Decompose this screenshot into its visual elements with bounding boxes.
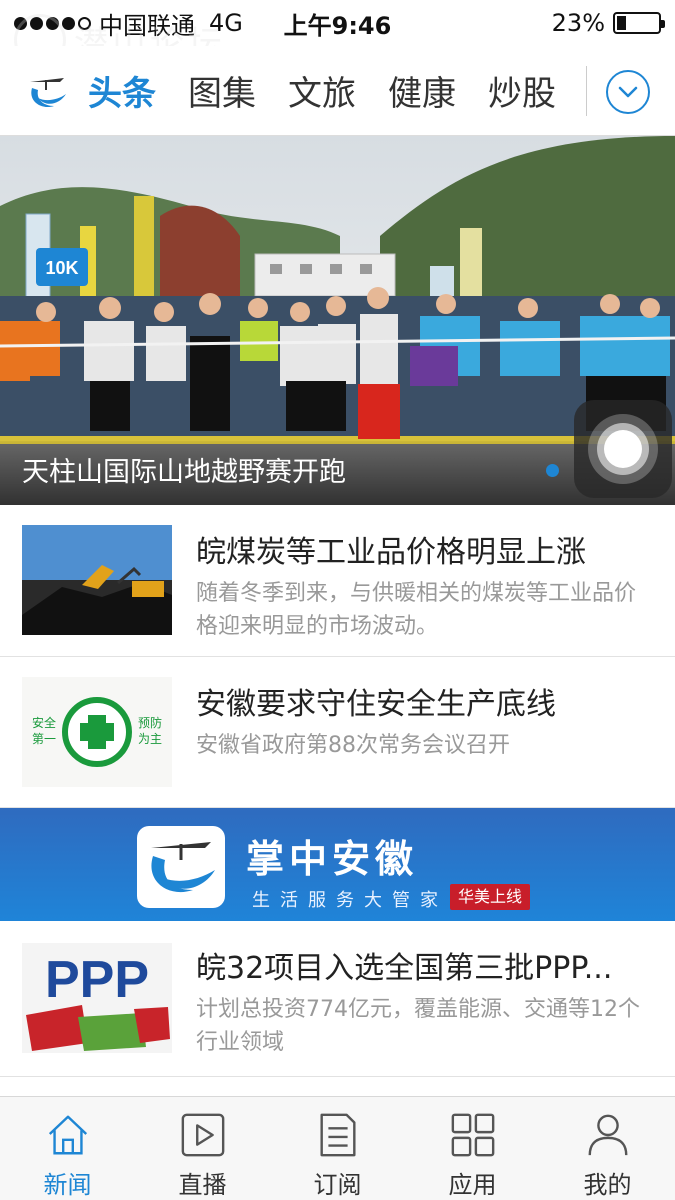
tab-label: 新闻 (43, 1171, 92, 1199)
tab-label: 直播 (178, 1171, 227, 1199)
news-thumbnail: 安全 第一 预防 为主 (22, 677, 172, 787)
assistive-touch-button[interactable] (574, 400, 672, 498)
document-icon (319, 1113, 356, 1157)
home-icon (48, 1115, 87, 1155)
tab-health[interactable]: 健康 (388, 66, 456, 115)
banner-badge: 华美上线 (450, 884, 531, 910)
tab-apps[interactable]: 应用 (405, 1097, 540, 1200)
nav-divider (586, 66, 587, 116)
tab-gallery[interactable]: 图集 (188, 66, 256, 115)
channel-nav-bar: 头条 图集 文旅 健康 炒股 (0, 46, 675, 136)
tab-label: 应用 (448, 1171, 497, 1199)
play-icon (181, 1113, 224, 1157)
hero-caption[interactable]: 天柱山国际山地越野赛开跑 (22, 450, 346, 489)
svg-text:第一: 第一 (32, 732, 56, 746)
svg-text:PPP: PPP (45, 951, 149, 1009)
news-summary: 安徽省政府第88次常务会议召开 (196, 733, 510, 758)
news-summary: 计划总投资774亿元，覆盖能源、交通等12个行业领域 (196, 997, 640, 1055)
banner-title: 掌中安徽 (246, 837, 419, 881)
news-title[interactable]: 皖煤炭等工业品价格明显上涨 (196, 527, 656, 571)
banner-subtitle: 生活服务大管家 (252, 890, 448, 911)
tab-stocks[interactable]: 炒股 (488, 66, 556, 115)
news-thumbnail (22, 525, 172, 635)
tab-subscribe[interactable]: 订阅 (270, 1097, 405, 1200)
banner-app-logo (137, 826, 225, 908)
news-summary: 随着冬季到来，与供暖相关的煤炭等工业品价格迎来明显的市场波动。 (196, 581, 637, 639)
news-title[interactable]: 安徽要求守住安全生产底线 (196, 679, 656, 723)
news-item[interactable]: 安全 第一 预防 为主 安徽要求守住安全生产底线 安徽省政府第88次常务会议召开 (0, 657, 675, 808)
hero-bib-label: 10K (45, 258, 78, 278)
promo-banner[interactable]: 掌中安徽 生活服务大管家 华美上线 (0, 808, 675, 921)
grid-icon (451, 1113, 494, 1157)
news-title[interactable]: 皖32项目入选全国第三批PPP... (196, 943, 656, 987)
battery-icon (613, 12, 665, 34)
chevron-down-icon (618, 86, 638, 98)
carousel-indicator (546, 464, 559, 477)
tab-profile[interactable]: 我的 (540, 1097, 675, 1200)
svg-text:安全: 安全 (32, 715, 56, 730)
app-logo-icon (30, 77, 66, 107)
svg-text:为主: 为主 (138, 732, 162, 746)
tab-headlines[interactable]: 头条 (88, 66, 156, 115)
news-item[interactable]: PPP 皖32项目入选全国第三批PPP... 计划总投资774亿元，覆盖能源、交… (0, 921, 675, 1077)
news-item[interactable]: 皖煤炭等工业品价格明显上涨 随着冬季到来，与供暖相关的煤炭等工业品价格迎来明显的… (0, 505, 675, 657)
tab-news[interactable]: 新闻 (0, 1097, 135, 1200)
person-icon (588, 1114, 627, 1156)
battery-percent: 23% (551, 9, 605, 37)
tab-live[interactable]: 直播 (135, 1097, 270, 1200)
news-thumbnail: PPP (22, 943, 172, 1053)
svg-text:预防: 预防 (138, 715, 162, 730)
tab-label: 订阅 (313, 1171, 362, 1199)
bottom-tab-bar: 新闻 直播 订阅 应用 我的 (0, 1096, 675, 1200)
tab-culture-tourism[interactable]: 文旅 (288, 66, 356, 115)
expand-channels-button[interactable] (606, 70, 650, 114)
tab-label: 我的 (583, 1171, 632, 1199)
